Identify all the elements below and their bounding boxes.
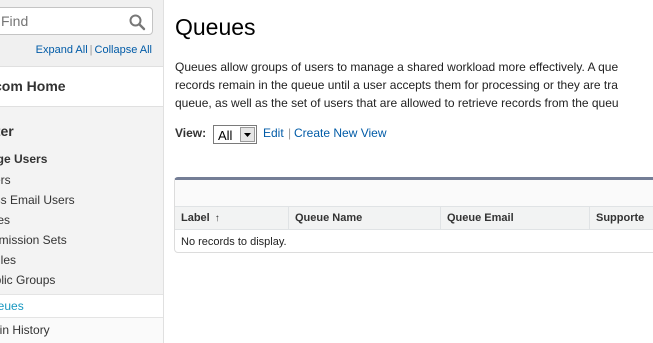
column-header-text: Label (181, 212, 210, 224)
empty-table-message: No records to display. (181, 236, 287, 248)
sort-ascending-icon: ↑ (214, 213, 220, 224)
column-header-text: Queue Email (447, 212, 514, 224)
chevron-down-icon[interactable] (240, 127, 255, 142)
sidebar-item-users[interactable]: sers (0, 173, 11, 187)
sidebar-item-public-groups[interactable]: ublic Groups (0, 273, 55, 287)
expand-all-link[interactable]: Expand All (36, 44, 88, 56)
main-content: Queues Queues allow groups of users to m… (164, 0, 653, 343)
create-new-view-link[interactable]: Create New View (294, 126, 386, 140)
edit-view-link[interactable]: Edit (263, 126, 284, 140)
column-header-queue-email[interactable]: Queue Email (440, 207, 589, 229)
table-header-row: Label ↑ Queue Name Queue Email Supporte (175, 206, 653, 230)
column-header-text: Supporte (596, 212, 645, 224)
column-header-text: Queue Name (295, 212, 363, 224)
expand-collapse-links: Expand All | Collapse All (0, 44, 152, 56)
link-separator: | (288, 126, 292, 140)
column-header-queue-name[interactable]: Queue Name (288, 207, 440, 229)
sidebar-item-label: gin History (0, 323, 50, 337)
search-box[interactable] (0, 7, 153, 35)
sidebar-item-queues[interactable]: ueues (0, 294, 163, 318)
column-header-label[interactable]: Label ↑ (175, 207, 288, 229)
sidebar-item-profiles[interactable]: ofiles (0, 253, 16, 267)
sidebar-item-login-history[interactable]: gin History (0, 318, 163, 343)
sidebar-item-mass-email-users[interactable]: ass Email Users (0, 193, 75, 207)
sidebar-item-permission-sets[interactable]: ermission Sets (0, 233, 67, 247)
link-separator: | (89, 44, 93, 56)
sidebar-item-label: ueues (0, 299, 24, 313)
section-title[interactable]: ster (0, 123, 14, 139)
collapse-all-link[interactable]: Collapse All (95, 44, 152, 56)
search-icon[interactable] (128, 13, 146, 31)
page-description: Queues allow groups of users to manage a… (175, 58, 653, 112)
description-line: queue, as well as the set of users that … (175, 96, 619, 110)
sidebar: Expand All|Collapse All com Home ster ag… (0, 0, 164, 343)
description-line: records remain in the queue until a user… (175, 78, 618, 92)
home-link[interactable]: com Home (0, 78, 66, 94)
list-toolbar (175, 180, 653, 206)
sidebar-item-roles[interactable]: bles (0, 213, 10, 227)
view-select[interactable]: All (213, 125, 257, 144)
description-line: Queues allow groups of users to manage a… (175, 60, 619, 74)
search-input[interactable] (1, 10, 121, 32)
view-select-value: All (218, 128, 233, 143)
queues-list-panel: Label ↑ Queue Name Queue Email Supporte N… (174, 177, 653, 253)
column-header-supported-objects[interactable]: Supporte (589, 207, 653, 229)
view-label: View: (175, 126, 207, 140)
setup-panel: ster age Users sers ass Email Users bles… (0, 107, 163, 343)
page-title: Queues (175, 14, 256, 40)
home-panel: com Home (0, 66, 163, 107)
manage-users-group[interactable]: age Users (0, 152, 47, 166)
